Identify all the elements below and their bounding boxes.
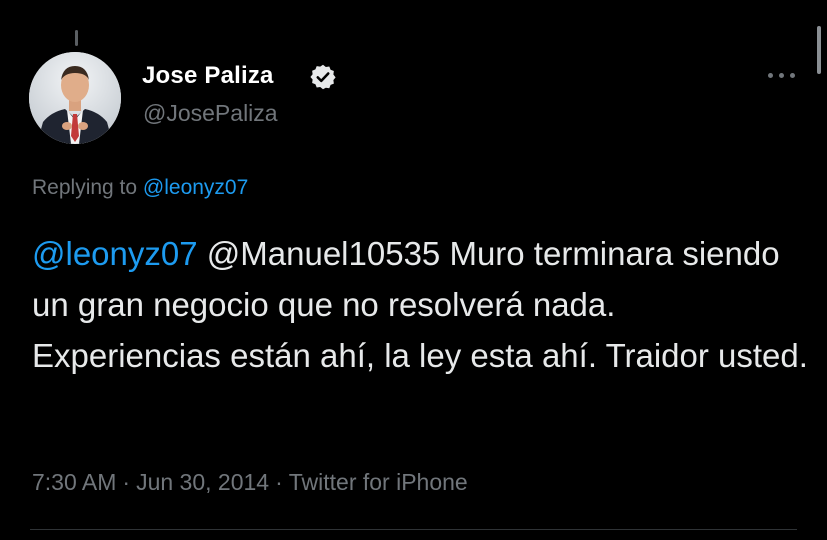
meta-separator: ·: [122, 469, 131, 495]
replying-prefix: Replying to: [32, 176, 138, 199]
meta-separator: ·: [275, 469, 283, 495]
tweet-metadata: 7:30 AM · Jun 30, 2014 · Twitter for iPhone: [32, 469, 468, 496]
avatar[interactable]: [29, 52, 121, 144]
tweet-date[interactable]: Jun 30, 2014: [136, 469, 269, 495]
divider: [30, 529, 797, 530]
tweet-time[interactable]: 7:30 AM: [32, 469, 116, 495]
mention-text[interactable]: @Manuel10535: [207, 235, 441, 272]
author-display-name[interactable]: Jose Paliza: [142, 62, 274, 90]
author-handle[interactable]: @JosePaliza: [143, 100, 278, 127]
verified-badge-icon: [310, 64, 336, 90]
tweet-text: @leonyz07 @Manuel10535 Muro terminara si…: [32, 228, 812, 381]
tweet-source[interactable]: Twitter for iPhone: [289, 469, 468, 495]
replying-to-line: Replying to @leonyz07: [32, 176, 248, 200]
profile-photo-icon: [29, 52, 121, 144]
more-options-icon[interactable]: [766, 70, 798, 82]
mention-link[interactable]: @leonyz07: [32, 235, 198, 272]
thread-connector-line: [75, 30, 78, 46]
replying-to-mention-link[interactable]: @leonyz07: [143, 176, 248, 199]
scroll-indicator: [817, 26, 821, 74]
